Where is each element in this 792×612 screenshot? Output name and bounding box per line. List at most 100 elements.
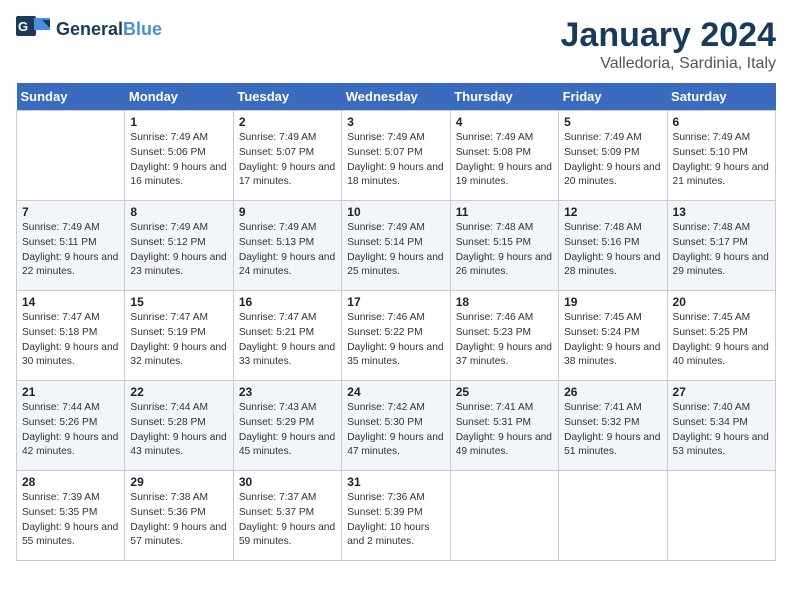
day-info: Sunrise: 7:47 AMSunset: 5:18 PMDaylight:… [22,311,119,370]
day-info: Sunrise: 7:44 AMSunset: 5:26 PMDaylight:… [22,401,119,460]
day-number: 12 [564,205,661,219]
day-number: 29 [130,475,227,489]
day-number: 4 [456,115,553,129]
calendar-cell: 25 Sunrise: 7:41 AMSunset: 5:31 PMDayligh… [450,381,558,471]
calendar-cell [17,111,125,201]
day-info: Sunrise: 7:47 AMSunset: 5:19 PMDaylight:… [130,311,227,370]
day-number: 30 [239,475,336,489]
day-number: 26 [564,385,661,399]
day-number: 23 [239,385,336,399]
day-info: Sunrise: 7:46 AMSunset: 5:23 PMDaylight:… [456,311,553,370]
calendar-cell: 20Sunrise: 7:45 AMSunset: 5:25 PMDayligh… [667,291,775,381]
day-number: 17 [347,295,444,309]
calendar-cell: 28Sunrise: 7:39 AMSunset: 5:35 PMDayligh… [17,471,125,561]
calendar-cell: 1Sunrise: 7:49 AMSunset: 5:06 PMDaylight… [125,111,233,201]
weekday-header-saturday: Saturday [667,83,775,111]
calendar-cell: 16 Sunrise: 7:47 AMSunset: 5:21 PMDayligh… [233,291,341,381]
weekday-header-sunday: Sunday [17,83,125,111]
weekday-header-thursday: Thursday [450,83,558,111]
logo-blue: Blue [123,19,162,39]
day-info: Sunrise: 7:40 AMSunset: 5:34 PMDaylight:… [673,401,770,460]
day-number: 11 [456,205,553,219]
calendar-title: January 2024 [561,16,777,55]
day-info: Sunrise: 7:49 AMSunset: 5:13 PMDaylight:… [239,221,336,280]
day-number: 21 [22,385,119,399]
calendar-cell: 26 Sunrise: 7:41 AMSunset: 5:32 PMDayligh… [559,381,667,471]
calendar-cell [559,471,667,561]
day-info: Sunrise: 7:49 AMSunset: 5:14 PMDaylight:… [347,221,444,280]
day-number: 24 [347,385,444,399]
day-number: 22 [130,385,227,399]
weekday-header-row: SundayMondayTuesdayWednesdayThursdayFrid… [17,83,776,111]
day-number: 3 [347,115,444,129]
calendar-cell: 11 Sunrise: 7:48 AMSunset: 5:15 PMDayligh… [450,201,558,291]
day-info: Sunrise: 7:46 AMSunset: 5:22 PMDaylight:… [347,311,444,370]
day-number: 18 [456,295,553,309]
day-info: Sunrise: 7:41 AMSunset: 5:31 PMDaylight:… [456,401,553,460]
day-info: Sunrise: 7:44 AMSunset: 5:28 PMDaylight:… [130,401,227,460]
page-header: G GeneralBlue January 2024 Valledoria, S… [16,16,776,73]
logo-general: General [56,19,123,39]
day-info: Sunrise: 7:43 AMSunset: 5:29 PMDaylight:… [239,401,336,460]
day-number: 25 [456,385,553,399]
day-number: 19 [564,295,661,309]
svg-text:G: G [18,19,28,34]
day-number: 31 [347,475,444,489]
logo-icon: G [16,16,52,44]
calendar-cell [667,471,775,561]
calendar-cell: 10 Sunrise: 7:49 AMSunset: 5:14 PMDayligh… [342,201,450,291]
day-number: 7 [22,205,119,219]
day-number: 27 [673,385,770,399]
calendar-cell [450,471,558,561]
calendar-cell: 8 Sunrise: 7:49 AMSunset: 5:12 PMDaylight… [125,201,233,291]
calendar-cell: 7 Sunrise: 7:49 AMSunset: 5:11 PMDaylight… [17,201,125,291]
day-number: 2 [239,115,336,129]
day-info: Sunrise: 7:39 AMSunset: 5:35 PMDaylight:… [22,491,119,550]
calendar-cell: 22 Sunrise: 7:44 AMSunset: 5:28 PMDayligh… [125,381,233,471]
day-info: Sunrise: 7:48 AMSunset: 5:16 PMDaylight:… [564,221,661,280]
day-info: Sunrise: 7:37 AMSunset: 5:37 PMDaylight:… [239,491,336,550]
calendar-cell: 9 Sunrise: 7:49 AMSunset: 5:13 PMDaylight… [233,201,341,291]
weekday-header-wednesday: Wednesday [342,83,450,111]
calendar-cell: 3Sunrise: 7:49 AMSunset: 5:07 PMDaylight… [342,111,450,201]
weekday-header-tuesday: Tuesday [233,83,341,111]
day-number: 8 [130,205,227,219]
day-info: Sunrise: 7:49 AMSunset: 5:08 PMDaylight:… [456,131,553,190]
calendar-cell: 13 Sunrise: 7:48 AMSunset: 5:17 PMDayligh… [667,201,775,291]
day-info: Sunrise: 7:49 AMSunset: 5:11 PMDaylight:… [22,221,119,280]
day-number: 14 [22,295,119,309]
calendar-cell: 29Sunrise: 7:38 AMSunset: 5:36 PMDayligh… [125,471,233,561]
calendar-cell: 12 Sunrise: 7:48 AMSunset: 5:16 PMDayligh… [559,201,667,291]
calendar-cell: 30 Sunrise: 7:37 AMSunset: 5:37 PMDayligh… [233,471,341,561]
day-info: Sunrise: 7:49 AMSunset: 5:06 PMDaylight:… [130,131,227,190]
day-info: Sunrise: 7:49 AMSunset: 5:10 PMDaylight:… [673,131,770,190]
day-info: Sunrise: 7:45 AMSunset: 5:24 PMDaylight:… [564,311,661,370]
day-number: 16 [239,295,336,309]
day-number: 9 [239,205,336,219]
calendar-cell: 24Sunrise: 7:42 AMSunset: 5:30 PMDayligh… [342,381,450,471]
calendar-cell: 4 Sunrise: 7:49 AMSunset: 5:08 PMDaylight… [450,111,558,201]
calendar-cell: 21 Sunrise: 7:44 AMSunset: 5:26 PMDayligh… [17,381,125,471]
day-info: Sunrise: 7:49 AMSunset: 5:12 PMDaylight:… [130,221,227,280]
day-number: 10 [347,205,444,219]
calendar-cell: 5 Sunrise: 7:49 AMSunset: 5:09 PMDaylight… [559,111,667,201]
day-info: Sunrise: 7:47 AMSunset: 5:21 PMDaylight:… [239,311,336,370]
day-number: 13 [673,205,770,219]
calendar-cell: 2 Sunrise: 7:49 AMSunset: 5:07 PMDaylight… [233,111,341,201]
day-info: Sunrise: 7:48 AMSunset: 5:17 PMDaylight:… [673,221,770,280]
day-info: Sunrise: 7:48 AMSunset: 5:15 PMDaylight:… [456,221,553,280]
day-info: Sunrise: 7:49 AMSunset: 5:07 PMDaylight:… [239,131,336,190]
title-area: January 2024 Valledoria, Sardinia, Italy [561,16,777,73]
calendar-week-1: 1Sunrise: 7:49 AMSunset: 5:06 PMDaylight… [17,111,776,201]
calendar-cell: 6 Sunrise: 7:49 AMSunset: 5:10 PMDaylight… [667,111,775,201]
day-info: Sunrise: 7:41 AMSunset: 5:32 PMDaylight:… [564,401,661,460]
day-number: 6 [673,115,770,129]
day-info: Sunrise: 7:49 AMSunset: 5:09 PMDaylight:… [564,131,661,190]
calendar-cell: 23 Sunrise: 7:43 AMSunset: 5:29 PMDayligh… [233,381,341,471]
calendar-subtitle: Valledoria, Sardinia, Italy [561,55,777,73]
weekday-header-friday: Friday [559,83,667,111]
calendar-table: SundayMondayTuesdayWednesdayThursdayFrid… [16,83,776,561]
day-info: Sunrise: 7:36 AMSunset: 5:39 PMDaylight:… [347,491,444,550]
day-number: 5 [564,115,661,129]
calendar-cell: 14 Sunrise: 7:47 AMSunset: 5:18 PMDayligh… [17,291,125,381]
